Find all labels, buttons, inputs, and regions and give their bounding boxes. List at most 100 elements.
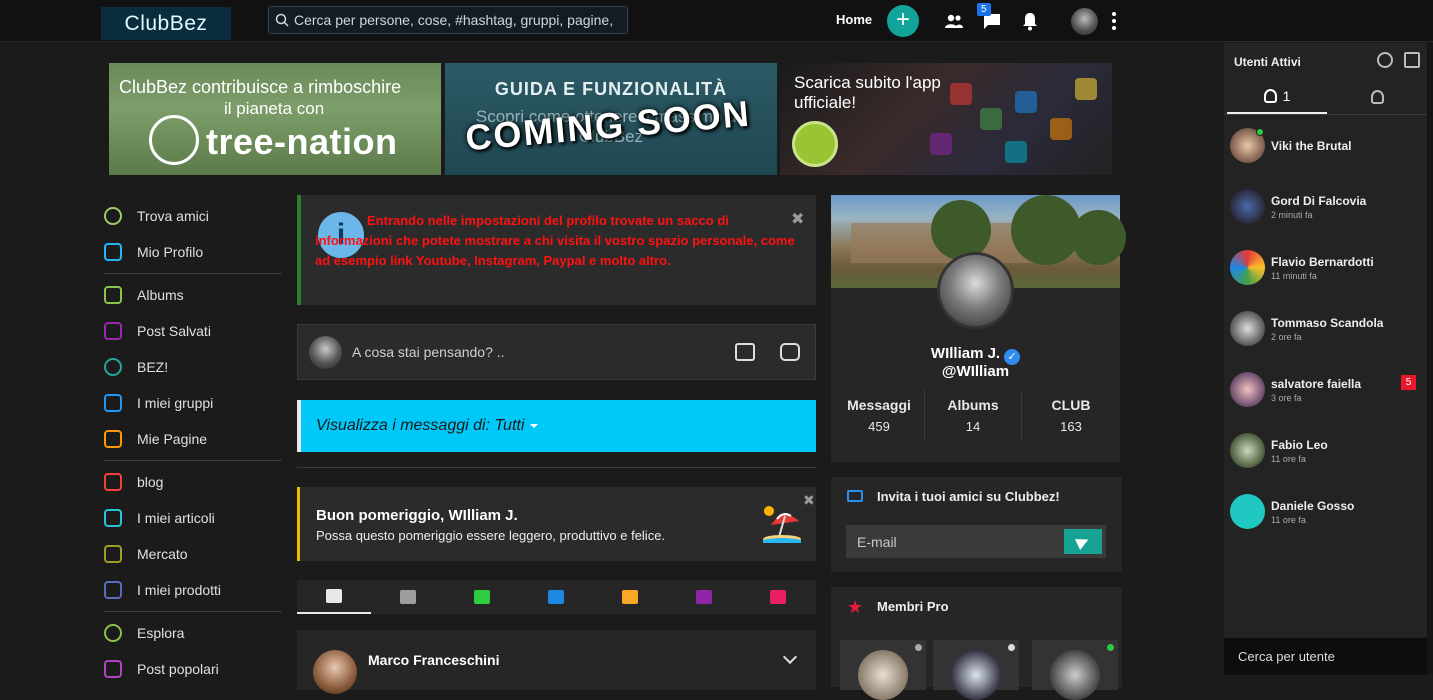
post-author-avatar[interactable] [313, 650, 357, 694]
sidebar-item[interactable]: I miei prodotti [104, 572, 282, 608]
info-alert-text: Entrando nelle impostazioni del profilo … [315, 213, 795, 268]
message-filter[interactable]: Visualizza i messaggi di: Tutti [297, 400, 816, 452]
home-link[interactable]: Home [836, 12, 872, 27]
tab-online-users[interactable]: 1 [1227, 79, 1327, 114]
sidebar-item[interactable]: Esplora [104, 615, 282, 651]
stat-club[interactable]: CLUB 163 [1023, 397, 1119, 434]
create-button[interactable]: + [887, 5, 919, 37]
active-user-row[interactable]: Fabio Leo 11 ore fa [1230, 433, 1425, 473]
stat-messages[interactable]: Messaggi 459 [831, 397, 927, 434]
sidebar-item[interactable]: Post Salvati [104, 313, 282, 349]
active-users-panel: Utenti Attivi 1 Viki the Brutal Gord Di F… [1224, 43, 1427, 675]
add-user-icon[interactable] [1377, 52, 1393, 68]
chevron-down-icon[interactable] [782, 649, 798, 665]
sidebar-item[interactable]: I miei articoli [104, 500, 282, 536]
active-user-row[interactable]: Gord Di Falcovia 2 minuti fa [1230, 189, 1425, 229]
sidebar-item[interactable]: BEZ! [104, 349, 282, 385]
profile-handle[interactable]: @WIlliam [831, 363, 1120, 380]
user-name[interactable]: Daniele Gosso [1271, 499, 1354, 513]
guide-banner[interactable]: GUIDA E FUNZIONALITÀ Scopri come ottener… [445, 63, 777, 175]
unread-badge: 5 [1401, 375, 1416, 390]
sidebar-item[interactable]: I miei gruppi [104, 385, 282, 421]
app-banner-line2: ufficiale! [794, 93, 857, 112]
pro-member-thumb[interactable] [933, 640, 1019, 700]
profile-avatar[interactable] [937, 252, 1014, 329]
stat-label: Albums [947, 397, 999, 413]
last-seen-time: 11 ore fa [1271, 515, 1306, 525]
app-download-banner[interactable]: Scarica subito l'app ufficiale! [780, 63, 1112, 175]
tab-file[interactable] [667, 580, 741, 614]
filter-value[interactable]: Tutti [494, 417, 524, 434]
sidebar-item[interactable]: Mie Pagine [104, 421, 282, 457]
pro-member-thumb[interactable] [840, 640, 926, 700]
user-name[interactable]: Gord Di Falcovia [1271, 194, 1366, 208]
tree-nation-banner[interactable]: ClubBez contribuisce a rimboschire il pi… [109, 63, 441, 175]
user-name[interactable]: salvatore faiella [1271, 377, 1361, 391]
filter-label[interactable]: Visualizza i messaggi di: Tutti [316, 417, 539, 435]
user-avatar[interactable] [1230, 189, 1265, 224]
search-box[interactable] [268, 6, 628, 34]
close-info-icon[interactable]: ✖ [791, 209, 804, 229]
open-book-icon [104, 509, 122, 527]
tab-news-feed[interactable] [297, 580, 371, 614]
book-icon [104, 473, 122, 491]
tab-photo[interactable] [445, 580, 519, 614]
user-avatar[interactable] [1230, 494, 1265, 529]
user-search-input[interactable] [1224, 638, 1427, 675]
user-name[interactable]: Viki the Brutal [1271, 139, 1351, 153]
post-composer[interactable]: A cosa stai pensando? .. [297, 324, 816, 380]
sidebar-item[interactable]: Albums [104, 277, 282, 313]
search-input[interactable] [294, 12, 614, 28]
sticker-icon[interactable] [780, 343, 800, 361]
caret-down-icon[interactable] [530, 423, 539, 428]
sidebar-item[interactable]: Mio Profilo [104, 234, 282, 270]
users-icon [1370, 89, 1384, 104]
tab-music-note[interactable] [593, 580, 667, 614]
last-seen-time: 11 ore fa [1271, 454, 1306, 464]
more-menu-icon[interactable] [1110, 10, 1118, 32]
online-status-dot [1256, 128, 1264, 136]
sidebar-item-label: Mio Profilo [137, 244, 204, 260]
pro-member-thumb[interactable] [1032, 640, 1118, 700]
composer-placeholder[interactable]: A cosa stai pensando? .. [352, 344, 505, 360]
sidebar-item[interactable]: Mercato [104, 536, 282, 572]
active-user-row[interactable]: Viki the Brutal [1230, 128, 1425, 168]
greeting-title: Buon pomeriggio, WIlliam J. [316, 507, 518, 524]
user-avatar[interactable] [1071, 8, 1098, 35]
active-user-row[interactable]: salvatore faiella 3 ore fa 5 [1230, 372, 1425, 412]
sidebar-item-label: Albums [137, 287, 184, 303]
scrollbar[interactable] [1427, 43, 1433, 675]
tab-text-lines[interactable] [371, 580, 445, 614]
camera-icon[interactable] [735, 343, 755, 361]
user-avatar[interactable] [1230, 311, 1265, 346]
tab-all-users[interactable] [1327, 79, 1427, 114]
tab-video-camera[interactable] [519, 580, 593, 614]
user-avatar[interactable] [1230, 433, 1265, 468]
sidebar-item[interactable]: Trova amici [104, 198, 282, 234]
post-card: Marco Franceschini [297, 630, 816, 694]
user-avatar[interactable] [1230, 372, 1265, 407]
active-user-row[interactable]: Flavio Bernardotti 11 minuti fa [1230, 250, 1425, 290]
active-user-row[interactable]: Tommaso Scandola 2 ore fa [1230, 311, 1425, 351]
sidebar-item[interactable]: blog [104, 464, 282, 500]
profile-name[interactable]: WIlliam J. ✓ [831, 345, 1120, 365]
friends-icon[interactable] [943, 10, 965, 32]
active-user-row[interactable]: Daniele Gosso 11 ore fa [1230, 494, 1425, 534]
tab-map[interactable] [741, 580, 815, 614]
clubbez-logo[interactable]: ClubBez [101, 7, 231, 40]
filter-settings-icon[interactable] [1404, 52, 1420, 68]
cart-icon [104, 581, 122, 599]
post-author-name[interactable]: Marco Franceschini [368, 652, 500, 668]
send-invite-button[interactable] [1064, 529, 1102, 554]
stat-albums[interactable]: Albums 14 [925, 397, 1021, 434]
notifications-icon[interactable] [1019, 10, 1041, 32]
pro-member-avatar [1050, 650, 1100, 700]
user-avatar[interactable] [1230, 250, 1265, 285]
user-name[interactable]: Flavio Bernardotti [1271, 255, 1374, 269]
sidebar-item[interactable]: Post popolari [104, 651, 282, 687]
cover-tree [1071, 210, 1126, 265]
user-name[interactable]: Tommaso Scandola [1271, 316, 1383, 330]
close-greeting-icon[interactable]: ✖ [803, 492, 815, 509]
video-camera-icon [548, 590, 564, 604]
user-name[interactable]: Fabio Leo [1271, 438, 1328, 452]
